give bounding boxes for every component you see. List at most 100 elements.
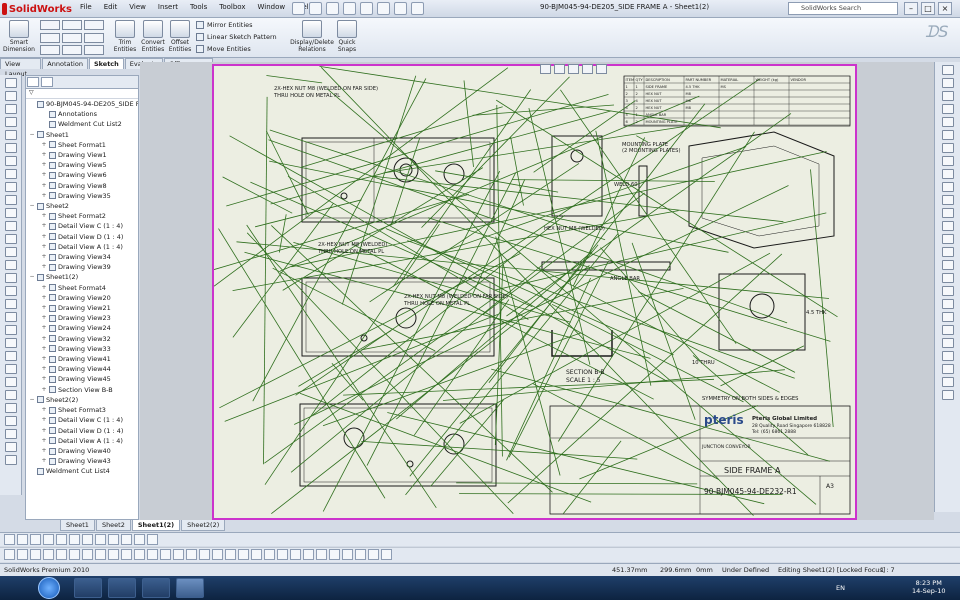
tab-annotation[interactable]: Annotation [42, 58, 88, 69]
maximize-button[interactable]: □ [921, 2, 935, 15]
sheet-tab[interactable]: Sheet2 [95, 520, 131, 531]
feature-tree-tab-icon[interactable] [27, 77, 39, 87]
tree-item[interactable]: + Drawing View5 [26, 160, 138, 170]
task-pane-icon[interactable] [942, 351, 954, 361]
left-tool-icon[interactable] [5, 416, 17, 426]
task-pane-icon[interactable] [942, 247, 954, 257]
display-style-icon[interactable] [596, 64, 607, 74]
tree-toggle-icon[interactable]: + [41, 405, 47, 415]
sketch-line[interactable] [430, 399, 504, 487]
tree-item[interactable]: + Sheet Format4 [26, 283, 138, 293]
toolbar-icon[interactable] [43, 534, 54, 545]
toolbar-icon[interactable] [56, 534, 67, 545]
language-indicator[interactable]: EN [836, 584, 845, 592]
smart-dimension-button[interactable]: Smart Dimension [3, 20, 35, 53]
toolbar-icon[interactable] [134, 549, 145, 560]
sketch-line[interactable] [413, 299, 510, 436]
toolbar-icon[interactable] [30, 534, 41, 545]
tree-item[interactable]: − Sheet1 [26, 130, 138, 140]
tree-item[interactable]: + Drawing View33 [26, 344, 138, 354]
quick-snaps-button[interactable]: Quick Snaps [336, 20, 358, 53]
tab-view-layout[interactable]: View Layout [0, 58, 42, 78]
circle-tool-icon[interactable] [62, 20, 82, 30]
task-pane-icon[interactable] [942, 338, 954, 348]
left-tool-icon[interactable] [5, 351, 17, 361]
sketch-line[interactable] [720, 345, 805, 387]
tree-item[interactable]: 90-BJM045-94-DE205_SIDE FRAME [26, 99, 138, 109]
tree-toggle-icon[interactable]: + [41, 252, 47, 262]
sketch-line[interactable] [560, 89, 737, 344]
tree-toggle-icon[interactable]: + [41, 456, 47, 466]
polygon-tool-icon[interactable] [62, 45, 82, 56]
tree-item[interactable]: + Sheet Format2 [26, 211, 138, 221]
tree-toggle-icon[interactable]: + [41, 170, 47, 180]
tree-toggle-icon[interactable]: + [41, 160, 47, 170]
tree-item[interactable]: + Drawing View34 [26, 252, 138, 262]
toolbar-icon[interactable] [355, 549, 366, 560]
left-tool-icon[interactable] [5, 325, 17, 335]
undo-icon[interactable] [360, 2, 373, 15]
left-tool-icon[interactable] [5, 117, 17, 127]
sketch-line[interactable] [224, 314, 499, 422]
app-logo[interactable]: SolidWorks [2, 1, 72, 17]
tree-item[interactable]: + Drawing View32 [26, 334, 138, 344]
tree-item[interactable]: + Drawing View43 [26, 456, 138, 466]
tree-toggle-icon[interactable]: + [41, 283, 47, 293]
tree-toggle-icon[interactable]: + [41, 415, 47, 425]
tree-toggle-icon[interactable]: + [41, 211, 47, 221]
tree-toggle-icon[interactable]: + [41, 140, 47, 150]
task-pane-icon[interactable] [942, 104, 954, 114]
tree-item[interactable]: + Drawing View24 [26, 323, 138, 333]
sketch-line[interactable] [488, 103, 706, 384]
tree-item[interactable]: + Detail View C (1 : 4) [26, 415, 138, 425]
left-tool-icon[interactable] [5, 299, 17, 309]
toolbar-icon[interactable] [173, 549, 184, 560]
sketch-line[interactable] [246, 224, 437, 509]
toolbar-icon[interactable] [17, 549, 28, 560]
select-icon[interactable] [377, 2, 390, 15]
sketch-line[interactable] [810, 169, 834, 428]
task-pane-icon[interactable] [942, 130, 954, 140]
tree-toggle-icon[interactable]: + [41, 436, 47, 446]
sketch-line[interactable] [421, 76, 570, 228]
left-tool-icon[interactable] [5, 338, 17, 348]
toolbar-icon[interactable] [277, 549, 288, 560]
slot-tool-icon[interactable] [40, 45, 60, 56]
toolbar-icon[interactable] [108, 549, 119, 560]
sketch-line[interactable] [270, 110, 612, 205]
task-pane-icon[interactable] [942, 377, 954, 387]
tree-toggle-icon[interactable]: + [41, 221, 47, 231]
left-tool-icon[interactable] [5, 234, 17, 244]
toolbar-icon[interactable] [251, 549, 262, 560]
sheet-tab[interactable]: Sheet1 [60, 520, 95, 531]
drawing-sheet[interactable]: 2X-HEX NUT M8 (WELDED ON FAR SIDE) THRU … [212, 64, 857, 520]
menu-tools[interactable]: Tools [190, 3, 207, 11]
tree-item[interactable]: + Drawing View44 [26, 364, 138, 374]
tree-toggle-icon[interactable]: − [29, 130, 35, 140]
task-pane-icon[interactable] [942, 117, 954, 127]
print-icon[interactable] [343, 2, 356, 15]
tree-item[interactable]: + Section View B-B [26, 385, 138, 395]
options-icon[interactable] [411, 2, 424, 15]
task-pane-icon[interactable] [942, 182, 954, 192]
tree-toggle-icon[interactable]: + [41, 334, 47, 344]
tree-toggle-icon[interactable]: + [41, 426, 47, 436]
toolbar-icon[interactable] [121, 549, 132, 560]
left-tool-icon[interactable] [5, 286, 17, 296]
toolbar-icon[interactable] [95, 549, 106, 560]
tree-item[interactable]: + Drawing View35 [26, 191, 138, 201]
tree-toggle-icon[interactable]: + [41, 313, 47, 323]
sketch-line[interactable] [282, 167, 484, 291]
pan-icon[interactable] [582, 64, 593, 74]
tree-toggle-icon[interactable]: + [41, 242, 47, 252]
task-pane-icon[interactable] [942, 234, 954, 244]
toolbar-icon[interactable] [4, 534, 15, 545]
left-tool-icon[interactable] [5, 182, 17, 192]
tree-filter[interactable]: ▽ [26, 89, 138, 99]
tree-item[interactable]: + Drawing View41 [26, 354, 138, 364]
property-tab-icon[interactable] [41, 77, 53, 87]
tree-item[interactable]: + Drawing View8 [26, 181, 138, 191]
tree-toggle-icon[interactable]: + [41, 385, 47, 395]
tree-item[interactable]: + Drawing View40 [26, 446, 138, 456]
tree-item[interactable]: Annotations [26, 109, 138, 119]
